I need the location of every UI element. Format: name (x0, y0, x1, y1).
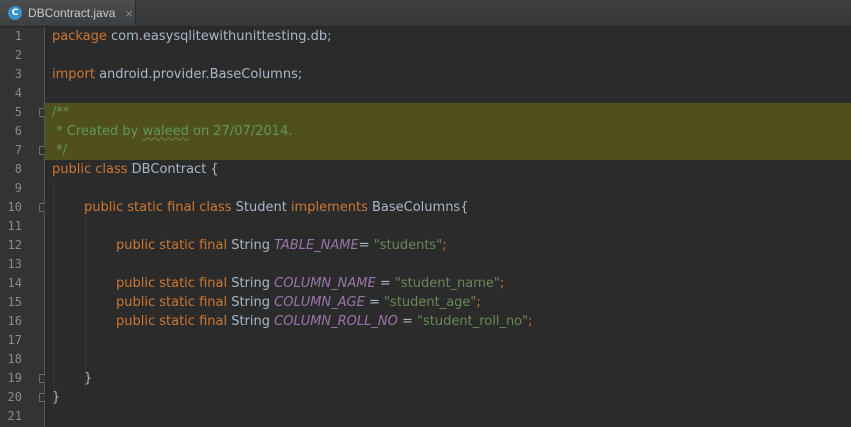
string-literal: "student_name" (394, 276, 500, 291)
line-number: 9 (14, 181, 22, 195)
line-number: 14 (7, 276, 22, 290)
string-literal: "students" (373, 238, 443, 253)
type-name: String (227, 276, 275, 291)
code-line-inner-close: } (45, 369, 851, 388)
code-line-column-name: public static final String COLUMN_NAME =… (45, 274, 851, 293)
type-name: String (227, 295, 275, 310)
keyword: public static final class (84, 200, 232, 215)
constant-name: COLUMN_AGE (274, 295, 365, 310)
close-icon[interactable]: × (124, 7, 133, 20)
line-number: 18 (7, 352, 22, 366)
line-number: 2 (14, 48, 22, 62)
code-line-package: package com.easysqlitewithunittesting.db… (45, 27, 851, 46)
code-line-comment-close: */ (45, 141, 851, 160)
tab-title: DBContract.java (28, 6, 116, 20)
code-line-table-name: public static final String TABLE_NAME= "… (45, 236, 851, 255)
line-number: 10 (7, 200, 22, 214)
line-number: 6 (14, 124, 22, 138)
line-number: 5 (14, 105, 22, 119)
line-number: 1 (14, 29, 22, 43)
java-class-icon: C (8, 6, 22, 20)
string-literal: "student_age" (384, 295, 477, 310)
line-number: 20 (7, 390, 22, 404)
semicolon: ; (476, 295, 481, 310)
code-editor[interactable]: 1 2 3 4 5 6 7 8 9 10 11 12 13 14 15 16 1… (0, 27, 851, 427)
keyword: implements (290, 200, 368, 215)
semicolon: ; (499, 276, 505, 291)
import-path: android.provider.BaseColumns; (94, 67, 303, 82)
code-line-class-close: } (45, 388, 851, 407)
semicolon: ; (528, 314, 533, 329)
line-number: 21 (7, 409, 22, 423)
code-line-inner-class: public static final class Student implem… (45, 198, 851, 217)
constant-name: COLUMN_NAME (274, 276, 376, 291)
keyword: import (52, 67, 95, 82)
code-line-import: import android.provider.BaseColumns; (45, 65, 851, 84)
constant-name: TABLE_NAME (274, 238, 359, 253)
keyword: public static final (116, 314, 228, 329)
code-line-class-decl: public class DBContract { (45, 160, 851, 179)
editor-tab-bar: C DBContract.java × (0, 0, 851, 27)
keyword: public static final (116, 295, 228, 310)
type-name: String (227, 314, 275, 329)
comment-text: /** (52, 105, 70, 120)
code-area[interactable]: package com.easysqlitewithunittesting.db… (45, 27, 851, 427)
comment-text: on 27/07/2014. (188, 124, 293, 139)
keyword: public class (52, 162, 128, 177)
code-line-column-roll-no: public static final String COLUMN_ROLL_N… (45, 312, 851, 331)
line-number: 15 (7, 295, 22, 309)
line-number: 13 (7, 257, 22, 271)
interface-name: BaseColumns{ (367, 200, 469, 215)
inner-class-name: Student (231, 200, 291, 215)
line-number: 19 (7, 371, 22, 385)
operator: = (397, 314, 418, 329)
keyword: public static final (116, 276, 228, 291)
closing-brace: } (84, 371, 93, 386)
code-line-comment-open: /** (45, 103, 851, 122)
comment-author: waleed (142, 124, 189, 139)
code-line-column-age: public static final String COLUMN_AGE = … (45, 293, 851, 312)
type-name: String (227, 238, 275, 253)
package-name: com.easysqlitewithunittesting.db; (106, 29, 332, 44)
line-number: 3 (14, 67, 22, 81)
line-number: 7 (14, 143, 22, 157)
tab-dbcontract-java[interactable]: C DBContract.java × (0, 0, 136, 26)
operator: = (364, 295, 385, 310)
line-number: 12 (7, 238, 22, 252)
semicolon: ; (442, 238, 447, 253)
operator: = (375, 276, 395, 291)
line-number: 8 (14, 162, 22, 176)
line-number: 17 (7, 333, 22, 347)
closing-brace: } (52, 390, 61, 405)
constant-name: COLUMN_ROLL_NO (274, 314, 398, 329)
operator: = (358, 238, 374, 253)
keyword: package (52, 29, 107, 44)
code-line-comment-body: * Created by waleed on 27/07/2014. (45, 122, 851, 141)
line-number-gutter: 1 2 3 4 5 6 7 8 9 10 11 12 13 14 15 16 1… (0, 27, 48, 427)
comment-text: */ (52, 143, 68, 158)
line-number: 11 (7, 219, 22, 233)
line-number: 16 (7, 314, 22, 328)
line-number: 4 (14, 86, 22, 100)
class-name: DBContract { (127, 162, 219, 177)
comment-text: * Created by (52, 124, 143, 139)
keyword: public static final (116, 238, 228, 253)
string-literal: "student_roll_no" (417, 314, 529, 329)
